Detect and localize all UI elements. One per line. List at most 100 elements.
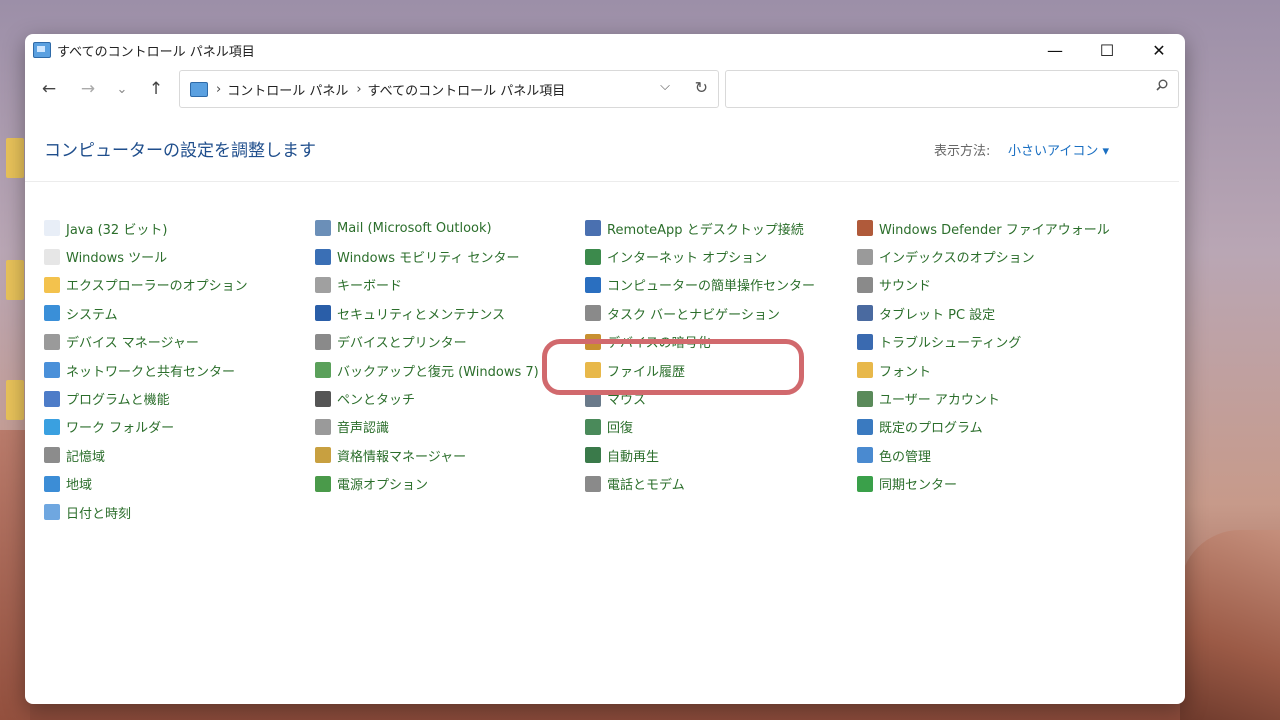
list-item[interactable]: タスク バーとナビゲーション	[585, 299, 850, 327]
list-item[interactable]: 地域	[44, 470, 309, 498]
back-button[interactable]: ←	[34, 74, 64, 104]
list-item[interactable]: デバイスの暗号化	[585, 328, 850, 356]
mail-icon	[315, 220, 331, 237]
list-item[interactable]: デバイスとプリンター	[315, 328, 580, 356]
item-label: タスク バーとナビゲーション	[607, 307, 780, 323]
list-item[interactable]: デバイス マネージャー	[44, 328, 309, 356]
view-by-dropdown[interactable]: 小さいアイコン ▾	[1008, 140, 1109, 159]
desktop-folder-icon[interactable]	[6, 380, 24, 420]
list-item[interactable]: セキュリティとメンテナンス	[315, 299, 580, 327]
items-column: Windows Defender ファイアウォールインデックスのオプション サウン…	[857, 214, 1122, 498]
list-item[interactable]: 音声認識	[315, 413, 580, 441]
list-item[interactable]: 既定のプログラム	[857, 413, 1122, 441]
list-item[interactable]: 色の管理	[857, 441, 1122, 469]
list-item[interactable]: ユーザー アカウント	[857, 384, 1122, 412]
items-column: RemoteApp とデスクトップ接続 インターネット オプション コンピューターの…	[585, 214, 850, 498]
folder-options-icon	[44, 276, 60, 293]
breadcrumb-all-items[interactable]: すべてのコントロール パネル項目	[368, 80, 566, 99]
list-item[interactable]: 電話とモデム	[585, 470, 850, 498]
list-item[interactable]: 回復	[585, 413, 850, 441]
list-item[interactable]: システム	[44, 299, 309, 327]
list-item[interactable]: ネットワークと共有センター	[44, 356, 309, 384]
list-item[interactable]: コンピューターの簡単操作センター	[585, 271, 850, 299]
maximize-button[interactable]: ☐	[1081, 34, 1133, 66]
phone-icon	[585, 475, 601, 492]
item-label: Windows Defender ファイアウォール	[879, 222, 1110, 238]
window-controls: — ☐ ✕	[1029, 34, 1185, 66]
list-item[interactable]: インターネット オプション	[585, 242, 850, 270]
items-column: Mail (Microsoft Outlook) Windows モビリティ セン…	[315, 214, 580, 498]
list-item[interactable]: 日付と時刻	[44, 498, 309, 526]
list-item[interactable]: 同期センター	[857, 470, 1122, 498]
item-label: トラブルシューティング	[879, 336, 1022, 352]
item-label: システム	[66, 307, 118, 323]
divider	[25, 181, 1179, 182]
remoteapp-icon	[585, 220, 601, 237]
list-item[interactable]: エクスプローラーのオプション	[44, 271, 309, 299]
address-bar[interactable]: › コントロール パネル › すべてのコントロール パネル項目 ⌵ ↻	[179, 70, 719, 108]
recovery-icon	[585, 418, 601, 435]
item-label: 電話とモデム	[607, 478, 685, 494]
page-title: コンピューターの設定を調整します	[44, 141, 316, 161]
title-bar[interactable]: すべてのコントロール パネル項目 — ☐ ✕	[25, 34, 1185, 66]
list-item[interactable]: 電源オプション	[315, 470, 580, 498]
list-item[interactable]: 資格情報マネージャー	[315, 441, 580, 469]
item-label: キーボード	[337, 279, 403, 295]
list-item[interactable]: ワーク フォルダー	[44, 413, 309, 441]
list-item[interactable]: サウンド	[857, 271, 1122, 299]
item-label: エクスプローラーのオプション	[66, 279, 248, 295]
list-item[interactable]: キーボード	[315, 271, 580, 299]
work-folder-icon	[44, 418, 60, 435]
recent-locations-button[interactable]: ⌄	[107, 74, 137, 104]
list-item[interactable]: 自動再生	[585, 441, 850, 469]
list-item[interactable]: マウス	[585, 384, 850, 412]
list-item[interactable]: ペンとタッチ	[315, 384, 580, 412]
list-item[interactable]: Java (32 ビット)	[44, 214, 309, 242]
refresh-icon[interactable]: ↻	[695, 78, 708, 97]
page-header: コンピューターの設定を調整します 表示方法: 小さいアイコン ▾	[25, 110, 1185, 182]
list-item[interactable]: タブレット PC 設定	[857, 299, 1122, 327]
close-button[interactable]: ✕	[1133, 34, 1185, 66]
list-item[interactable]: プログラムと機能	[44, 384, 309, 412]
color-management-icon	[857, 447, 873, 464]
view-by-label: 表示方法:	[934, 144, 991, 159]
keyboard-icon	[315, 276, 331, 293]
item-label: Mail (Microsoft Outlook)	[337, 220, 492, 236]
minimize-button[interactable]: —	[1029, 34, 1081, 66]
chevron-right-icon[interactable]: ›	[356, 82, 361, 97]
list-item[interactable]: ファイル履歴	[585, 356, 850, 384]
list-item[interactable]: インデックスのオプション	[857, 242, 1122, 270]
list-item[interactable]: RemoteApp とデスクトップ接続	[585, 214, 850, 242]
search-icon[interactable]	[1156, 79, 1168, 91]
search-input[interactable]	[725, 70, 1179, 108]
key-icon	[585, 333, 601, 350]
desktop-icons	[0, 130, 26, 460]
breadcrumb-control-panel[interactable]: コントロール パネル	[227, 80, 348, 99]
list-item[interactable]: トラブルシューティング	[857, 328, 1122, 356]
list-item[interactable]: Windows モビリティ センター	[315, 242, 580, 270]
item-label: 音声認識	[337, 421, 390, 437]
window-title: すべてのコントロール パネル項目	[57, 44, 255, 60]
power-icon	[315, 475, 331, 492]
flag-icon	[315, 305, 331, 322]
chevron-down-icon[interactable]: ⌵	[660, 79, 670, 94]
forward-button[interactable]: →	[73, 74, 103, 104]
list-item[interactable]: Windows Defender ファイアウォール	[857, 214, 1122, 242]
desktop-folder-icon[interactable]	[6, 260, 24, 300]
item-label: ワーク フォルダー	[66, 421, 175, 437]
list-item[interactable]: Mail (Microsoft Outlook)	[315, 214, 580, 242]
up-button[interactable]: ↑	[141, 74, 171, 104]
chevron-right-icon: ›	[216, 81, 222, 97]
item-label: セキュリティとメンテナンス	[337, 307, 505, 323]
desktop-folder-icon[interactable]	[6, 138, 24, 178]
list-item[interactable]: Windows ツール	[44, 242, 309, 270]
firewall-icon	[857, 220, 873, 237]
list-item[interactable]: フォント	[857, 356, 1122, 384]
item-label: Windows モビリティ センター	[337, 251, 520, 267]
item-label: デバイスの暗号化	[607, 336, 711, 352]
control-panel-icon	[190, 81, 208, 97]
item-label: バックアップと復元 (Windows 7)	[337, 364, 539, 380]
list-item[interactable]: バックアップと復元 (Windows 7)	[315, 356, 580, 384]
items-column: Java (32 ビット) Windows ツールエクスプローラーのオプション シス…	[44, 214, 309, 526]
list-item[interactable]: 記憶域	[44, 441, 309, 469]
